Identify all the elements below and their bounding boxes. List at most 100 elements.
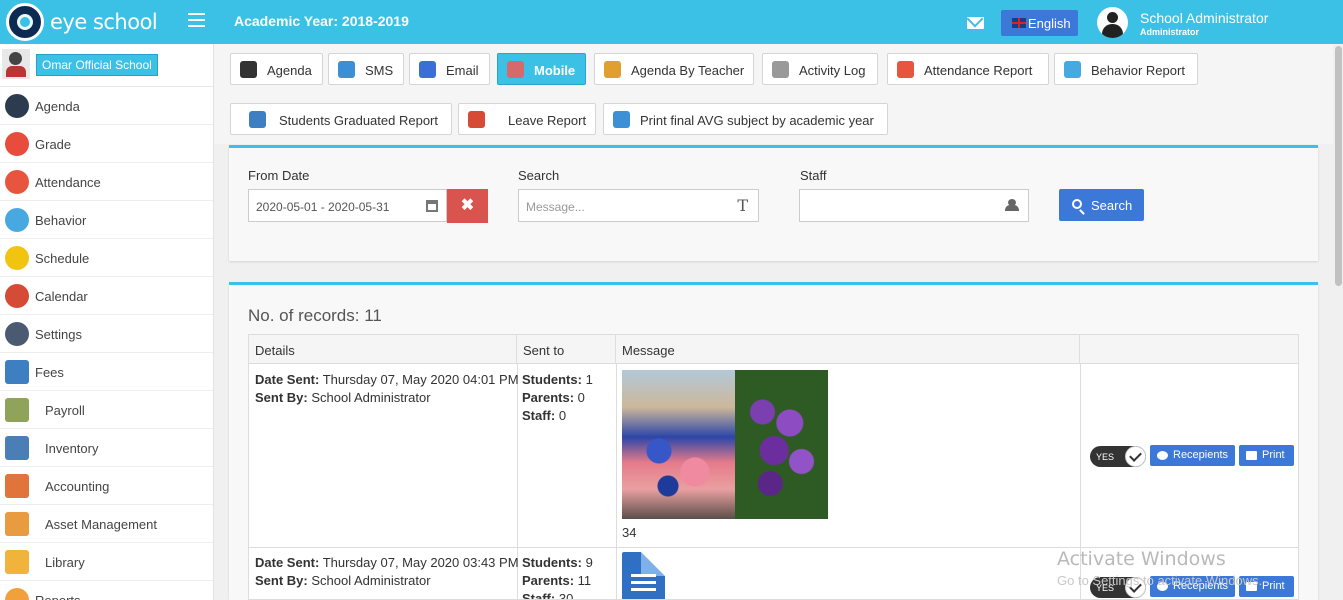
attendance-icon	[5, 170, 29, 194]
tab-label: Leave Report	[508, 113, 587, 128]
sidebar-item-payroll[interactable]: Payroll	[0, 391, 213, 429]
from-date-label: From Date	[248, 168, 310, 183]
sidebar-item-agenda[interactable]: Agenda	[0, 87, 213, 125]
document-icon[interactable]	[622, 552, 665, 599]
tab-activity-log[interactable]: Activity Log	[762, 53, 878, 85]
date-sent-label: Date Sent:	[255, 555, 320, 570]
sent-by-value: School Administrator	[311, 573, 431, 588]
tab-attendance-report[interactable]: Attendance Report	[887, 53, 1049, 85]
date-sent-label: Date Sent:	[255, 372, 320, 387]
search-label: Search	[518, 168, 560, 183]
search-button[interactable]: Search	[1059, 189, 1144, 221]
students-count: 9	[585, 555, 593, 570]
students-label: Students:	[522, 372, 582, 387]
tab-agenda[interactable]: Agenda	[230, 53, 323, 85]
brand-name[interactable]: eye school	[50, 10, 158, 34]
sidebar-item-label: Grade	[35, 137, 72, 152]
sidebar-item-attendance[interactable]: Attendance	[0, 163, 213, 201]
sidebar-item-inventory[interactable]: Inventory	[0, 429, 213, 467]
leave-icon	[468, 111, 485, 128]
calendar-icon	[5, 284, 29, 308]
tab-mobile[interactable]: Mobile	[497, 53, 586, 85]
date-sent-value: Thursday 07, May 2020 03:43 PM	[322, 555, 519, 570]
sidebar-item-label: Settings	[35, 327, 82, 342]
settings-icon	[5, 322, 29, 346]
message-search-input[interactable]: Message... T	[518, 189, 759, 222]
sidebar-item-label: Behavior	[35, 213, 87, 228]
payroll-icon	[5, 398, 29, 422]
message-text: 34	[622, 525, 637, 540]
search-icon	[1072, 199, 1082, 209]
language-label: English	[1028, 16, 1071, 31]
staff-count: 30	[558, 591, 574, 600]
user-avatar[interactable]	[1097, 7, 1128, 38]
school-row: Omar Official School	[0, 44, 213, 87]
tab-print-final-avg-subject-by-academic-year[interactable]: Print final AVG subject by academic year	[603, 103, 888, 135]
uk-flag-icon	[1012, 18, 1026, 28]
scrollbar-thumb[interactable]	[1335, 46, 1342, 286]
sidebar-item-schedule[interactable]: Schedule	[0, 239, 213, 277]
recipients-button[interactable]: Recepients	[1150, 445, 1235, 466]
language-button[interactable]: English	[1001, 10, 1078, 36]
date-range-input[interactable]: 2020-05-01 - 2020-05-31	[248, 189, 447, 222]
tab-label: SMS	[365, 63, 394, 78]
attendance-report-icon	[897, 61, 914, 78]
tab-students-graduated-report[interactable]: Students Graduated Report	[230, 103, 452, 135]
tab-email[interactable]: Email	[409, 53, 490, 85]
sidebar-item-label: Payroll	[45, 403, 85, 418]
clear-date-button[interactable]: ✖	[447, 189, 488, 223]
message-image[interactable]	[622, 370, 828, 519]
schedule-icon	[5, 246, 29, 270]
parents-count: 0	[577, 390, 585, 405]
grade-icon	[5, 132, 29, 156]
sidebar-item-reports[interactable]: Reports	[0, 581, 213, 600]
sent-by-label: Sent By:	[255, 573, 308, 588]
tab-label: Print final AVG subject by academic year	[640, 113, 874, 128]
table-row: Date Sent: Thursday 07, May 2020 03:43 P…	[255, 554, 519, 590]
eye-school-logo-icon[interactable]	[6, 3, 44, 41]
tab-behavior-report[interactable]: Behavior Report	[1054, 53, 1198, 85]
inventory-icon	[5, 436, 29, 460]
sidebar-item-fees[interactable]: Fees	[0, 353, 213, 391]
students-label: Students:	[522, 555, 582, 570]
staff-count: 0	[558, 408, 567, 423]
tab-sms[interactable]: SMS	[328, 53, 404, 85]
grapes-photo	[735, 370, 828, 519]
tab-agenda-by-teacher[interactable]: Agenda By Teacher	[594, 53, 754, 85]
academic-year[interactable]: Academic Year: 2018-2019	[234, 13, 409, 29]
sidebar-item-library[interactable]: Library	[0, 543, 213, 581]
date-range-value: 2020-05-01 - 2020-05-31	[256, 200, 390, 214]
user-name[interactable]: School Administrator	[1140, 10, 1268, 26]
check-icon	[1125, 446, 1146, 467]
school-name-badge[interactable]: Omar Official School	[36, 54, 158, 76]
sidebar-item-label: Schedule	[35, 251, 90, 266]
tab-leave-report[interactable]: Leave Report	[458, 103, 596, 135]
sidebar-item-calendar[interactable]: Calendar	[0, 277, 213, 315]
email-icon	[419, 61, 436, 78]
parents-count: 11	[577, 573, 592, 588]
sidebar-item-label: Asset Management	[45, 517, 158, 532]
search-button-label: Search	[1091, 198, 1133, 213]
table-row: Date Sent: Thursday 07, May 2020 04:01 P…	[255, 371, 519, 407]
mobile-icon	[507, 61, 524, 78]
tab-label: Agenda By Teacher	[631, 63, 745, 78]
accounting-icon	[5, 474, 29, 498]
school-avatar	[2, 49, 30, 79]
monitor-icon	[772, 61, 789, 78]
behavior-icon	[5, 208, 29, 232]
sidebar-item-behavior[interactable]: Behavior	[0, 201, 213, 239]
col-sent-to: Sent to	[517, 335, 616, 364]
sidebar-item-grade[interactable]: Grade	[0, 125, 213, 163]
sidebar-item-accounting[interactable]: Accounting	[0, 467, 213, 505]
hamburger-menu-icon[interactable]	[188, 13, 205, 27]
sidebar-item-label: Fees	[35, 365, 64, 380]
mail-icon[interactable]	[967, 17, 984, 29]
print-button[interactable]: Print	[1239, 445, 1294, 466]
sidebar-item-settings[interactable]: Settings	[0, 315, 213, 353]
teacher-agenda-icon	[604, 61, 621, 78]
sidebar-item-label: Calendar	[35, 289, 88, 304]
staff-select[interactable]	[799, 189, 1029, 222]
sidebar-item-asset-management[interactable]: Asset Management	[0, 505, 213, 543]
visibility-toggle[interactable]: YES	[1090, 446, 1146, 467]
activate-windows-watermark: Activate Windows	[1057, 548, 1226, 570]
